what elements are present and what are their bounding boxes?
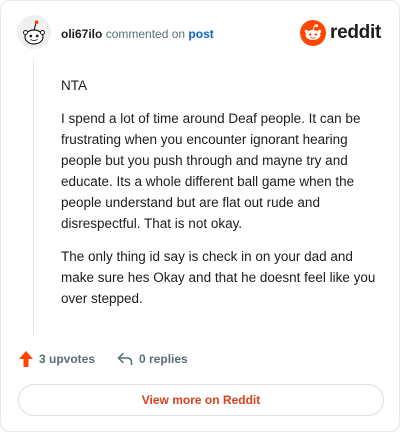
user-avatar-icon[interactable] [17, 15, 51, 49]
comment-meta: oli67ilo commented on post [61, 27, 214, 41]
reddit-logo-icon [300, 20, 327, 46]
comment-header: oli67ilo commented on post reddit [17, 15, 383, 53]
username-link[interactable]: oli67ilo [61, 27, 102, 41]
reddit-wordmark: reddit [330, 22, 381, 43]
post-link[interactable]: post [188, 27, 213, 41]
comment-paragraph: The only thing id say is check in on you… [61, 249, 376, 306]
reply-count: 0 replies [139, 352, 188, 366]
comment-actions: 3 upvotes 0 replies [19, 349, 188, 369]
view-more-on-reddit-button[interactable]: View more on Reddit [18, 384, 384, 416]
upvote-count: 3 upvotes [39, 352, 96, 366]
reddit-brand[interactable]: reddit [300, 19, 381, 47]
thread-line [33, 59, 34, 335]
commented-on-text: commented on [105, 27, 186, 41]
upvote-button[interactable]: 3 upvotes [19, 351, 95, 367]
comment-body: NTA I spend a lot of time around Deaf pe… [61, 75, 377, 321]
reply-arrow-icon [117, 352, 133, 366]
upvote-arrow-icon [19, 351, 33, 367]
comment-paragraph: NTA [61, 78, 87, 93]
replies-button[interactable]: 0 replies [117, 352, 188, 366]
embedded-comment-card: oli67ilo commented on post reddit NTA I … [0, 0, 400, 432]
comment-paragraph: I spend a lot of time around Deaf people… [61, 111, 361, 231]
